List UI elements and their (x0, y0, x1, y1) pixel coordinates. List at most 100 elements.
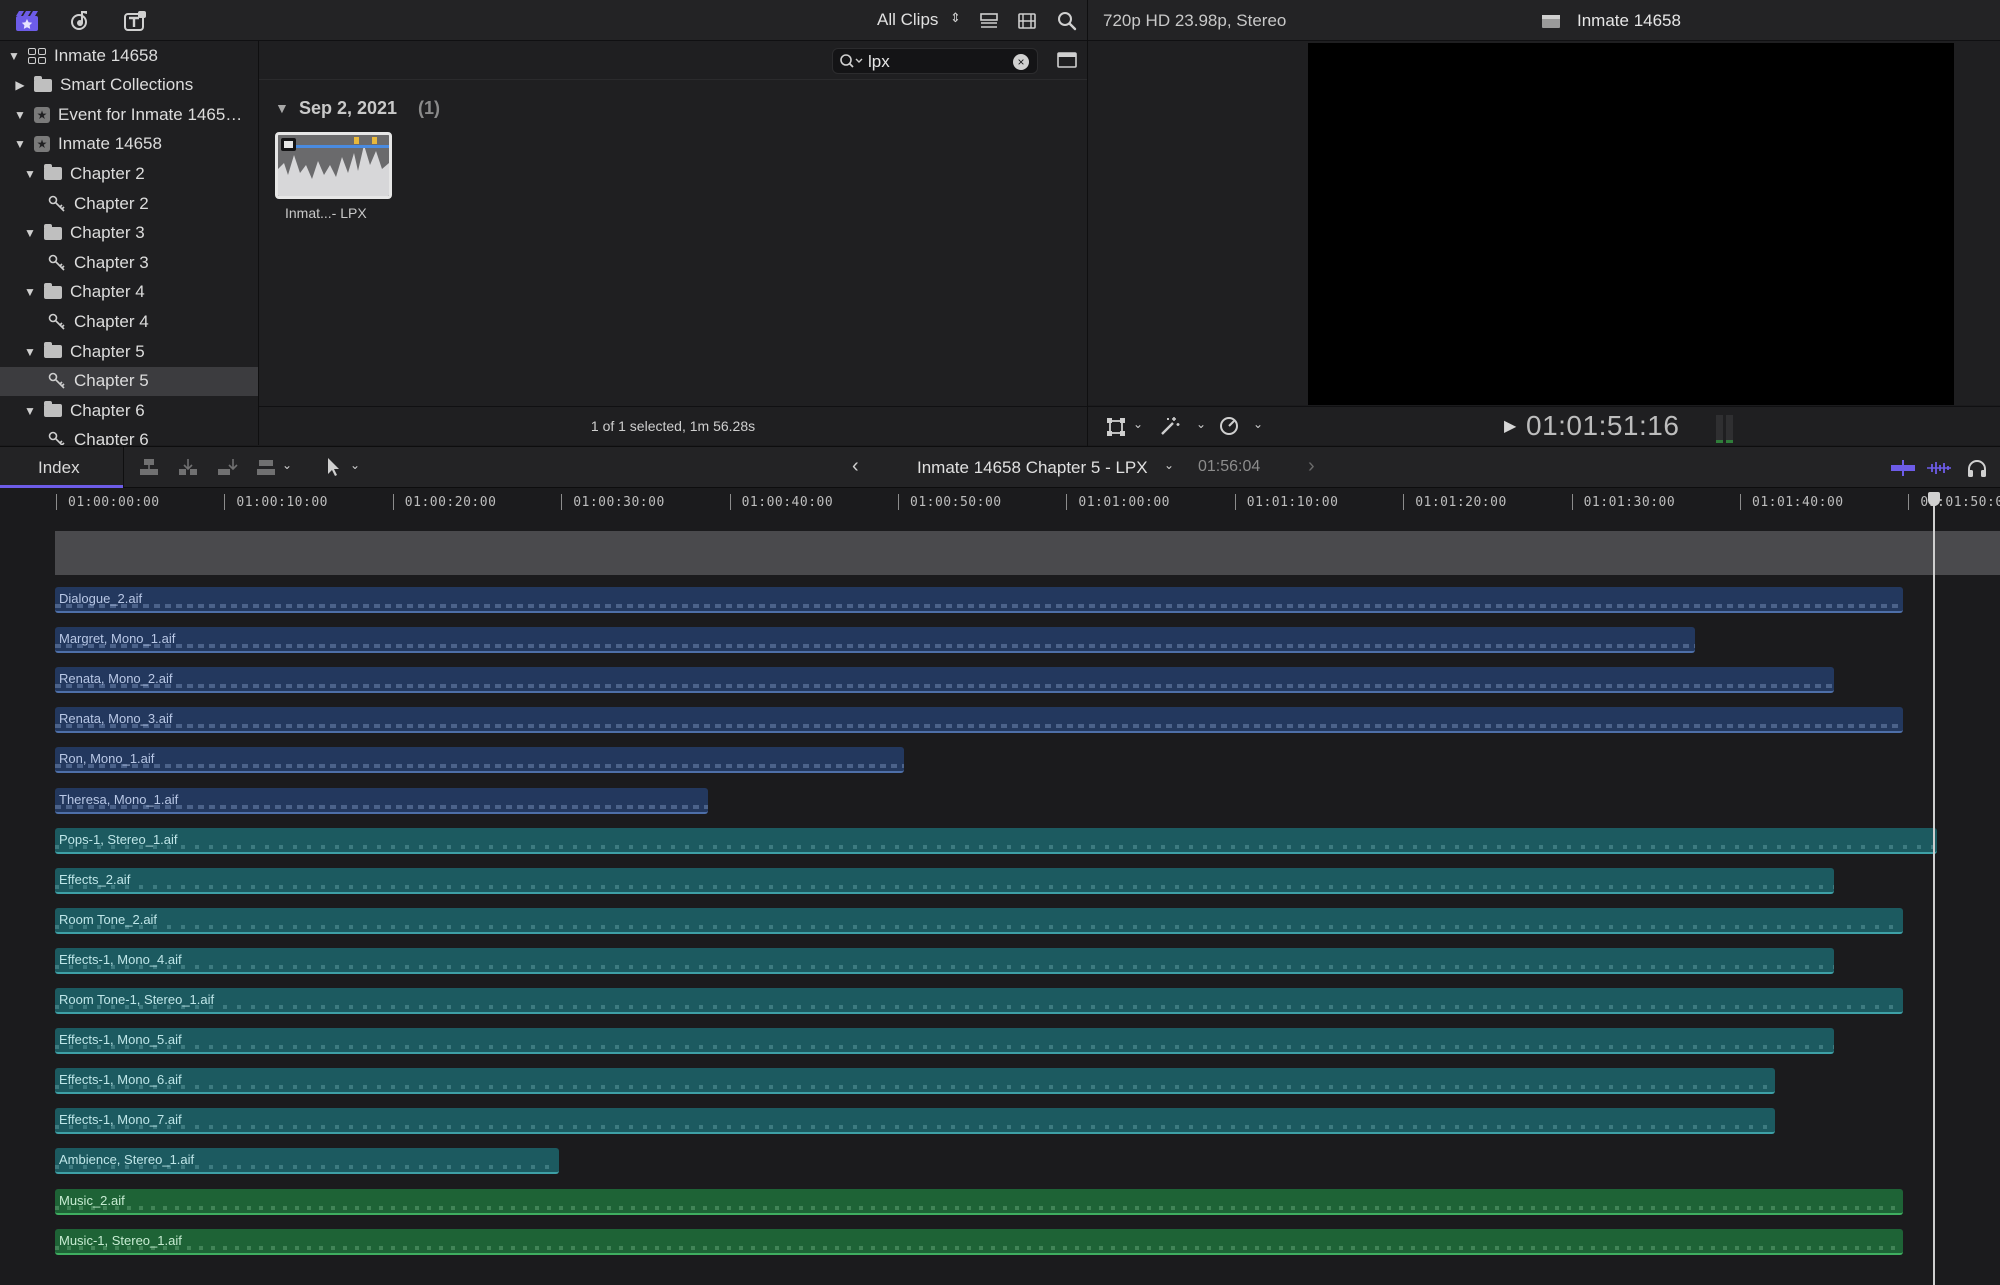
date-group-disclosure[interactable]: ▼ (275, 100, 289, 116)
sidebar-item[interactable]: Chapter 3 (0, 248, 258, 277)
connect-clip-icon[interactable] (138, 457, 160, 477)
sidebar-item[interactable]: ▶ Smart Collections (0, 71, 258, 100)
disclosure-open-icon[interactable]: ▼ (24, 226, 36, 240)
titles-icon[interactable] (122, 9, 148, 33)
headphones-icon[interactable] (1965, 457, 1989, 479)
transform-icon[interactable] (1105, 416, 1127, 438)
forward-arrow-icon[interactable]: › (1308, 455, 1315, 478)
timeline-clip[interactable]: Room Tone-1, Stereo_1.aif (55, 988, 1903, 1014)
back-arrow-icon[interactable]: ‹ (852, 455, 859, 478)
timeline-clip[interactable]: Room Tone_2.aif (55, 907, 1903, 934)
select-tool-icon[interactable] (325, 456, 343, 478)
sidebar-item-label: Inmate 14658 (58, 134, 162, 154)
timeline-ruler[interactable]: 01:00:00:00 01:00:10:00 01:00:20:00 01:00:3… (0, 488, 2000, 518)
keyword-collection-icon (48, 431, 65, 445)
timeline-clip[interactable]: Effects-1, Mono_5.aif (55, 1028, 1834, 1055)
clip-waveform (55, 1125, 1775, 1130)
sidebar-item[interactable]: Chapter 5 (0, 366, 258, 396)
clip-filter-select[interactable]: All Clips (877, 10, 938, 30)
chevron-updown-icon[interactable]: ⇕ (950, 10, 961, 26)
sidebar-item-label: Chapter 3 (70, 223, 145, 243)
browser-toolbar: All Clips ⇕ (0, 0, 1087, 41)
chevron-down-icon[interactable]: ⌄ (1164, 458, 1174, 472)
clip-thumbnail[interactable] (275, 132, 392, 199)
timeline-clip[interactable]: Pops-1, Stereo_1.aif (55, 827, 1937, 854)
libraries-icon[interactable] (14, 9, 40, 33)
skimming-icon[interactable] (1890, 459, 1916, 477)
sidebar-item[interactable]: ▼ ★ Event for Inmate 1465… (0, 100, 258, 129)
sidebar-item[interactable]: Chapter 4 (0, 307, 258, 336)
search-input[interactable]: lpx (868, 52, 890, 72)
sidebar-item[interactable]: Chapter 2 (0, 189, 258, 218)
timeline-clip[interactable]: Ron, Mono_1.aif (55, 747, 904, 774)
clip-waveform (55, 604, 1903, 608)
sidebar-item[interactable]: ▼ Chapter 3 (0, 219, 258, 248)
search-icon[interactable] (839, 52, 865, 70)
sidebar-item[interactable]: ▼ Chapter 2 (0, 159, 258, 188)
disclosure-open-icon[interactable]: ▼ (24, 285, 36, 299)
chevron-down-icon[interactable]: ⌄ (350, 458, 360, 472)
clip-waveform (55, 1045, 1834, 1050)
project-icon (1540, 12, 1562, 30)
timeline-clip[interactable]: Effects-1, Mono_4.aif (55, 947, 1834, 974)
playhead-handle[interactable] (1928, 492, 1940, 506)
play-icon[interactable]: ▶ (1504, 416, 1516, 436)
enhance-wand-icon[interactable] (1158, 415, 1182, 437)
clear-search-icon[interactable]: × (1013, 54, 1029, 70)
ruler-tick (224, 494, 226, 510)
sidebar-item[interactable]: ▼ Inmate 14658 (0, 41, 258, 70)
disclosure-open-icon[interactable]: ▼ (14, 108, 26, 122)
clip-appearance-icon[interactable] (1016, 11, 1038, 31)
keyword-collection-icon (48, 195, 65, 212)
photos-audio-icon[interactable] (68, 9, 94, 33)
search-field[interactable]: lpx × (832, 48, 1038, 74)
clip-waveform (55, 884, 1834, 889)
index-button[interactable]: Index (38, 458, 80, 478)
chevron-down-icon[interactable]: ⌄ (1253, 417, 1263, 431)
disclosure-closed-icon[interactable]: ▶ (14, 78, 26, 92)
timeline-clip[interactable]: Effects_2.aif (55, 867, 1834, 894)
chevron-down-icon[interactable]: ⌄ (282, 458, 292, 472)
sidebar-item[interactable]: ▼ Chapter 5 (0, 337, 258, 366)
timeline-clip[interactable]: Ambience, Stereo_1.aif (55, 1148, 559, 1175)
playhead[interactable] (1933, 492, 1935, 1285)
search-icon[interactable] (1056, 11, 1078, 31)
timeline-clip[interactable]: Music_2.aif (55, 1188, 1903, 1215)
filmstrip-list-icon[interactable] (978, 11, 1000, 31)
retime-speed-icon[interactable] (1218, 415, 1240, 437)
clip-waveform (55, 1205, 1903, 1210)
ruler-tick (898, 494, 899, 510)
chevron-down-icon[interactable]: ⌄ (1133, 417, 1143, 431)
insert-clip-icon[interactable] (177, 457, 199, 477)
timeline-clip[interactable]: Renata, Mono_2.aif (55, 667, 1834, 694)
sidebar-item[interactable]: ▼ Chapter 4 (0, 278, 258, 307)
disclosure-open-icon[interactable]: ▼ (24, 404, 36, 418)
sidebar-item[interactable]: Chapter 6 (0, 426, 258, 445)
chevron-down-icon[interactable]: ⌄ (1196, 417, 1206, 431)
timeline-clip[interactable]: Margret, Mono_1.aif (55, 627, 1695, 654)
overwrite-clip-icon[interactable] (255, 457, 277, 477)
audio-skimming-icon[interactable] (1926, 459, 1952, 477)
sidebar-item-label: Inmate 14658 (54, 45, 158, 65)
folder-icon (44, 223, 62, 240)
clip-waveform (55, 724, 1903, 729)
timeline-clip[interactable]: Music-1, Stereo_1.aif (55, 1228, 1903, 1255)
project-name[interactable]: Inmate 14658 Chapter 5 - LPX (917, 458, 1148, 478)
disclosure-open-icon[interactable]: ▼ (24, 345, 36, 359)
timeline-clip[interactable]: Effects-1, Mono_7.aif (55, 1108, 1775, 1135)
timeline-clip[interactable]: Dialogue_2.aif (55, 587, 1903, 613)
primary-storyline[interactable] (55, 531, 2000, 575)
timeline-clip[interactable]: Renata, Mono_3.aif (55, 707, 1903, 734)
disclosure-open-icon[interactable]: ▼ (8, 49, 20, 63)
disclosure-open-icon[interactable]: ▼ (14, 137, 26, 151)
sidebar-item[interactable]: ▼ Chapter 6 (0, 396, 258, 425)
inspector-toggle-icon[interactable] (1057, 51, 1077, 69)
sidebar-item-label: Smart Collections (60, 75, 194, 95)
viewer-canvas[interactable] (1308, 43, 1954, 405)
timeline-clip[interactable]: Effects-1, Mono_6.aif (55, 1068, 1775, 1095)
disclosure-open-icon[interactable]: ▼ (24, 167, 36, 181)
append-clip-icon[interactable] (216, 457, 238, 477)
timecode-display[interactable]: 01:01:51:16 (1526, 410, 1679, 442)
timeline-clip[interactable]: Theresa, Mono_1.aif (55, 787, 708, 814)
sidebar-item[interactable]: ▼ ★ Inmate 14658 (0, 130, 258, 159)
